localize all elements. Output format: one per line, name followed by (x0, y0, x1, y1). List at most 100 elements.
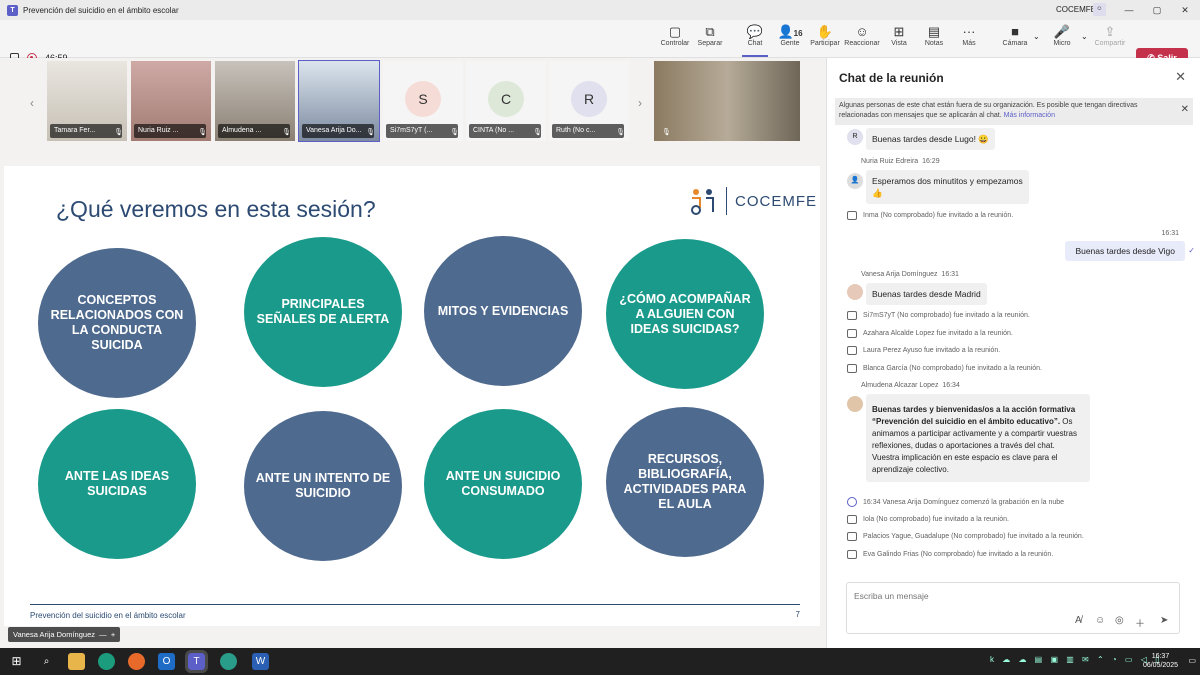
shared-slide: ¿Qué veremos en esta sesión? COCEMFE CON… (4, 166, 820, 626)
presenter-label[interactable]: Vanesa Arija Domínguez — + (8, 627, 121, 642)
read-receipt-icon: ✓ (1188, 246, 1195, 255)
separate-label: Separar (697, 40, 723, 47)
taskbar-clock[interactable]: 16:37 06/05/2025 (1143, 652, 1178, 670)
slide-footer: Prevención del suicidio en el ámbito esc… (30, 604, 800, 620)
mic-muted-icon: 🎙 (366, 129, 375, 136)
message-input[interactable] (854, 591, 1154, 601)
raise-hand-button[interactable]: ✋ Participar (805, 24, 845, 47)
separate-button[interactable]: ⧉ Separar (690, 24, 730, 47)
camera-label: Cámara (1002, 40, 1028, 47)
react-button[interactable]: ☺ Reaccionar (842, 24, 882, 47)
emoji-icon[interactable]: ☺ (1095, 615, 1105, 626)
camera-options-chevron-icon[interactable]: ⌄ (1033, 32, 1040, 41)
mic-muted-icon: 🎙 (533, 129, 542, 136)
camera-button[interactable]: ■ Cámara (995, 24, 1035, 47)
send-icon[interactable]: ➤ (1160, 615, 1168, 626)
notes-label: Notas (924, 40, 944, 47)
prev-participants-icon[interactable]: ‹ (30, 96, 34, 110)
more-label: Más (962, 40, 976, 47)
more-button[interactable]: ··· Más (949, 24, 989, 47)
close-chat-icon[interactable]: ✕ (1175, 69, 1186, 85)
teams-icon[interactable]: T (185, 650, 208, 673)
message-time: 16:31 (1161, 230, 1179, 237)
minimize-icon[interactable]: — (1115, 0, 1143, 20)
participant-name: Si7mS7yT (... (386, 124, 458, 138)
meeting-toolbar: 46:59 ▢Controlar ⧉Separar 💬Chat 👤16Gente… (0, 20, 1200, 69)
participant-tile[interactable]: Tamara Fer... 🎙 (47, 61, 127, 141)
windows-start-icon[interactable]: ⊞ (8, 653, 25, 670)
participant-tile[interactable]: S Si7mS7yT (... 🎙 (383, 61, 463, 141)
slide-footer-text: Prevención del suicidio en el ámbito esc… (30, 611, 186, 620)
compose-box[interactable]: A̸ ☺ ◎ ＋ ➤ (846, 582, 1180, 634)
topic-circle: ¿CÓMO ACOMPAÑAR A ALGUIEN CON IDEAS SUIC… (606, 239, 764, 389)
edge-icon[interactable] (98, 653, 115, 670)
chat-label: Chat (747, 40, 763, 47)
people-button[interactable]: 👤16 Gente (770, 24, 810, 47)
system-tray-icons[interactable]: k ☁ ☁ ▤ ▣ ▥ ✉ ⌃ ◔ ▭ ◁ ▯ (990, 655, 1162, 664)
participant-avatar: S (405, 81, 441, 117)
calendar-icon (847, 346, 857, 355)
calendar-icon (847, 211, 857, 220)
participant-tile[interactable]: R Ruth (No c... 🎙 (549, 61, 629, 141)
teams-logo-icon: T (7, 4, 18, 16)
share-icon: ⇪ (1104, 24, 1116, 39)
share-button[interactable]: ⇪ Compartir (1090, 24, 1130, 47)
external-people-banner: Algunas personas de este chat están fuer… (835, 98, 1193, 125)
outlook-icon[interactable]: O (158, 653, 175, 670)
slide-title: ¿Qué veremos en esta sesión? (56, 196, 376, 222)
view-button[interactable]: ⊞ Vista (879, 24, 919, 47)
mic-button[interactable]: 🎤 Micro (1042, 24, 1082, 47)
hand-icon: ✋ (816, 24, 834, 39)
org-avatar[interactable]: ☺ (1093, 3, 1106, 16)
edge-dev-icon[interactable] (220, 653, 237, 670)
grid-icon: ⊞ (893, 24, 905, 39)
topic-circle: RECURSOS, BIBLIOGRAFÍA, ACTIVIDADES PARA… (606, 407, 764, 557)
participant-tile[interactable]: C CINTA (No ... 🎙 (466, 61, 546, 141)
participant-tile-active[interactable]: Vanesa Arija Do... 🎙 (298, 60, 380, 142)
mic-muted-icon: 🎙 (450, 129, 459, 136)
chat-button[interactable]: 💬 Chat (735, 24, 775, 47)
participant-tile[interactable]: Nuria Ruiz ... 🎙 (131, 61, 211, 141)
close-window-icon[interactable]: ✕ (1171, 0, 1199, 20)
smile-icon: ☺ (855, 24, 869, 39)
clock-time: 16:37 (1151, 653, 1170, 660)
window-title: Prevención del suicidio en el ámbito esc… (23, 5, 179, 15)
share-label: Compartir (1094, 40, 1126, 47)
firefox-icon[interactable] (128, 653, 145, 670)
windows-taskbar: ⊞ ⌕ O T W k ☁ ☁ ▤ ▣ ▥ ✉ ⌃ ◔ ▭ ◁ ▯ 16:37 0… (0, 648, 1200, 675)
separate-icon: ⧉ (705, 24, 715, 39)
presenter-controls-icon: — + (97, 630, 116, 639)
more-info-link[interactable]: Más información (1004, 112, 1055, 119)
recording-started-message: 16:34 Vanesa Arija Domínguez comenzó la … (847, 497, 1064, 507)
calendar-icon (847, 532, 857, 541)
participant-name: Vanesa Arija Do... (302, 124, 374, 138)
message-sender: Almudena Alcazar Lopez 16:34 (861, 382, 960, 389)
next-participants-icon[interactable]: › (638, 96, 642, 110)
maximize-icon[interactable]: ▢ (1143, 0, 1171, 20)
participant-tile[interactable]: Almudena ... 🎙 (215, 61, 295, 141)
self-view-tile[interactable]: 🎙 (654, 61, 800, 141)
loop-icon[interactable]: ◎ (1115, 615, 1124, 626)
search-icon[interactable]: ⌕ (38, 653, 55, 670)
attach-plus-icon[interactable]: ＋ (1135, 615, 1145, 630)
avatar: R (847, 129, 863, 145)
notifications-icon[interactable]: ▭ (1188, 656, 1196, 665)
control-button[interactable]: ▢ Controlar (655, 24, 695, 47)
cocemfe-wordmark: COCEMFE (735, 192, 817, 210)
mic-options-chevron-icon[interactable]: ⌄ (1081, 32, 1088, 41)
word-icon[interactable]: W (252, 653, 269, 670)
avatar (847, 284, 863, 300)
file-explorer-icon[interactable] (68, 653, 85, 670)
org-name[interactable]: COCEMFE (1056, 0, 1096, 20)
format-icon[interactable]: A̸ (1075, 615, 1082, 626)
system-message: Iola (No comprobado) fue invitado a la r… (847, 515, 1009, 524)
mic-muted-icon: 🎙 (198, 129, 207, 136)
chat-message: Buenas tardes desde Lugo! 😀 (866, 128, 995, 150)
dismiss-banner-icon[interactable]: ✕ (1181, 105, 1189, 115)
notes-button[interactable]: ▤ Notas (914, 24, 954, 47)
mic-muted-icon: 🎙 (616, 129, 625, 136)
chat-message-list[interactable]: R Buenas tardes desde Lugo! 😀 Nuria Ruiz… (827, 126, 1200, 566)
avatar: 👤 (847, 173, 863, 189)
mic-off-icon: 🎤 (1053, 24, 1071, 39)
system-message: Blanca García (No comprobado) fue invita… (847, 364, 1042, 373)
